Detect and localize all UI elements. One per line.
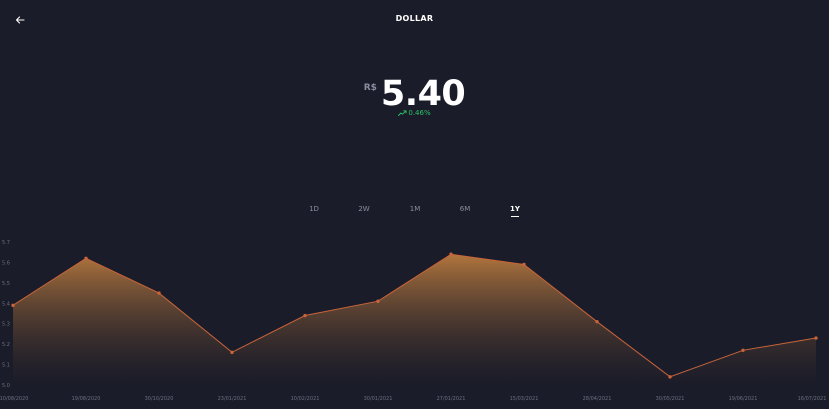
range-tabs: 1D 2W 1M 6M 1Y xyxy=(290,204,540,218)
data-point[interactable] xyxy=(230,350,234,355)
data-point[interactable] xyxy=(668,375,672,379)
data-point[interactable] xyxy=(376,299,380,303)
x-tick-label: 30/10/2020 xyxy=(145,396,174,402)
x-tick-label: 28/04/2021 xyxy=(583,396,612,402)
x-tick-label: 19/08/2020 xyxy=(72,396,101,402)
x-tick-label: 19/06/2021 xyxy=(729,396,758,402)
price-block: R$ 5.40 xyxy=(0,74,829,114)
tab-1m[interactable]: 1M xyxy=(403,204,427,214)
y-tick-label: 5.0 xyxy=(2,383,10,389)
tab-1d[interactable]: 1D xyxy=(302,204,326,214)
y-tick-label: 5.2 xyxy=(2,342,10,348)
price-change-value: 0.46% xyxy=(408,109,431,117)
data-point[interactable] xyxy=(11,303,15,308)
data-point[interactable] xyxy=(741,348,745,352)
data-point[interactable] xyxy=(449,252,453,256)
app: DOLLAR R$ 5.40 0.46% 1D 2W 1M 6M 1Y 5.0 5… xyxy=(0,0,829,409)
data-point[interactable] xyxy=(303,313,307,318)
y-tick-label: 5.5 xyxy=(2,281,10,287)
data-point[interactable] xyxy=(814,336,818,340)
y-tick-label: 5.6 xyxy=(2,260,10,266)
x-tick-label: 10/08/2020 xyxy=(0,396,28,402)
x-tick-label: 23/01/2021 xyxy=(218,396,247,402)
x-axis: 10/08/2020 19/08/2020 30/10/2020 23/01/2021… xyxy=(0,396,826,402)
x-tick-label: 15/03/2021 xyxy=(510,396,539,402)
x-tick-label: 16/07/2021 xyxy=(798,396,827,402)
tab-1y[interactable]: 1Y xyxy=(503,204,527,217)
trend-up-icon xyxy=(398,110,407,116)
tab-2w[interactable]: 2W xyxy=(352,204,376,214)
currency-symbol: R$ xyxy=(363,83,377,93)
page-title: DOLLAR xyxy=(395,14,434,23)
data-point[interactable] xyxy=(522,262,526,267)
price-chart: 5.0 5.1 5.2 5.3 5.4 5.5 5.6 5.7 10/08/2020 19/08… xyxy=(0,240,826,402)
data-point[interactable] xyxy=(157,291,161,295)
y-axis: 5.0 5.1 5.2 5.3 5.4 5.5 5.6 5.7 xyxy=(2,240,10,389)
data-point[interactable] xyxy=(595,319,599,324)
y-tick-label: 5.1 xyxy=(2,363,10,369)
chart-area xyxy=(13,254,816,385)
tab-6m[interactable]: 6M xyxy=(453,204,477,214)
y-tick-label: 5.7 xyxy=(2,240,10,246)
x-tick-label: 27/01/2021 xyxy=(437,396,466,402)
x-tick-label: 10/02/2021 xyxy=(291,396,320,402)
y-tick-label: 5.4 xyxy=(2,301,10,307)
data-point[interactable] xyxy=(84,256,88,261)
price-value: 5.40 xyxy=(380,74,466,114)
price-change: 0.46% xyxy=(0,109,829,117)
x-tick-label: 30/01/2021 xyxy=(364,396,393,402)
x-tick-label: 30/05/2021 xyxy=(656,396,685,402)
y-tick-label: 5.3 xyxy=(2,322,10,328)
